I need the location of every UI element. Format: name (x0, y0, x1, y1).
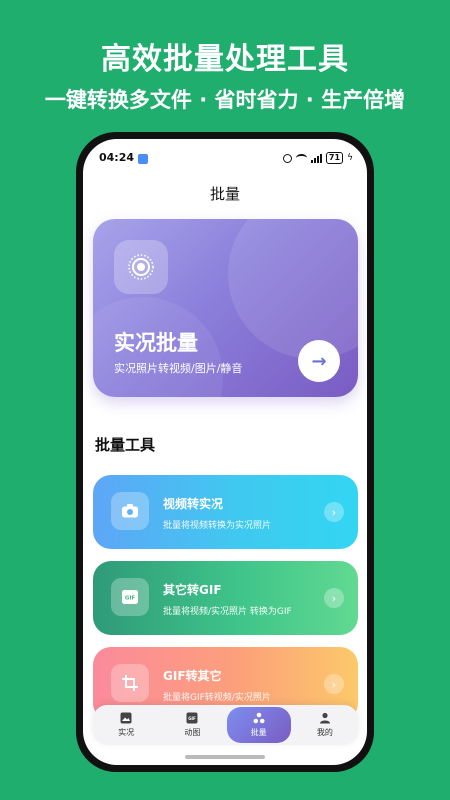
tool-other-to-gif[interactable]: GIF 其它转GIF 批量将视频/实况照片 转换为GIF › (93, 561, 358, 635)
promo-subtitle: 一键转换多文件 · 省时省力 · 生产倍增 (44, 88, 406, 112)
svg-text:GIF: GIF (125, 596, 136, 602)
page-title: 批量 (209, 185, 240, 203)
status-time: 04:24 (99, 151, 135, 164)
alarm-icon (282, 153, 292, 163)
battery-icon: 71 (325, 152, 344, 164)
gif-icon: GIF (186, 712, 198, 724)
nav-item-live[interactable]: 实况 (94, 706, 158, 744)
tool-description: 批量将视频转换为实况照片 (163, 521, 272, 531)
tool-video-to-live[interactable]: 视频转实况 批量将视频转换为实况照片 › (93, 475, 358, 549)
notification-icon (138, 154, 148, 164)
nav-label: 批量 (250, 728, 267, 737)
phone-screen: 04:24 71 ϟ 批量 实况批量 实况照片转视频/图片/静音 → 批量工具 … (83, 139, 367, 765)
chevron-right-icon: › (324, 502, 344, 522)
status-bar: 04:24 71 ϟ (83, 151, 367, 169)
tool-title: 其它转GIF (163, 583, 222, 597)
live-batch-card[interactable]: 实况批量 实况照片转视频/图片/静音 → (93, 219, 358, 397)
nav-label: 实况 (118, 728, 135, 737)
chevron-right-icon: › (324, 674, 344, 694)
tool-title: 视频转实况 (163, 497, 224, 511)
section-title: 批量工具 (95, 436, 156, 454)
camera-icon (111, 492, 149, 530)
wifi-icon (295, 154, 307, 162)
nav-item-gif[interactable]: GIF 动图 (160, 706, 224, 744)
tool-description: 批量将GIF转视频/实况照片 (163, 693, 271, 703)
crop-icon (111, 664, 149, 702)
tool-description: 批量将视频/实况照片 转换为GIF (163, 607, 292, 617)
batch-icon (253, 712, 265, 724)
bottom-nav: 实况 GIF 动图 批量 我的 (93, 705, 358, 745)
nav-item-mine[interactable]: 我的 (293, 706, 357, 744)
nav-item-batch[interactable]: 批量 (226, 707, 291, 743)
charging-icon: ϟ (347, 153, 353, 163)
phone-frame: 04:24 71 ϟ 批量 实况批量 实况照片转视频/图片/静音 → 批量工具 … (76, 132, 374, 772)
live-photo-icon (114, 240, 168, 294)
chevron-right-icon: › (324, 588, 344, 608)
home-indicator[interactable] (185, 755, 265, 759)
hero-title: 实况批量 (114, 331, 198, 355)
nav-label: 动图 (184, 728, 201, 737)
tool-title: GIF转其它 (163, 669, 222, 683)
nav-label: 我的 (316, 728, 333, 737)
signal-icon (310, 153, 322, 163)
gif-icon: GIF (111, 578, 149, 616)
hero-subtitle: 实况照片转视频/图片/静音 (114, 362, 243, 375)
arrow-right-icon[interactable]: → (298, 340, 340, 382)
svg-text:GIF: GIF (189, 716, 197, 721)
image-icon (120, 712, 132, 724)
hero-decoration (228, 219, 358, 359)
promo-title: 高效批量处理工具 (101, 42, 349, 77)
status-icons: 71 ϟ (282, 152, 353, 164)
user-icon (319, 712, 331, 724)
